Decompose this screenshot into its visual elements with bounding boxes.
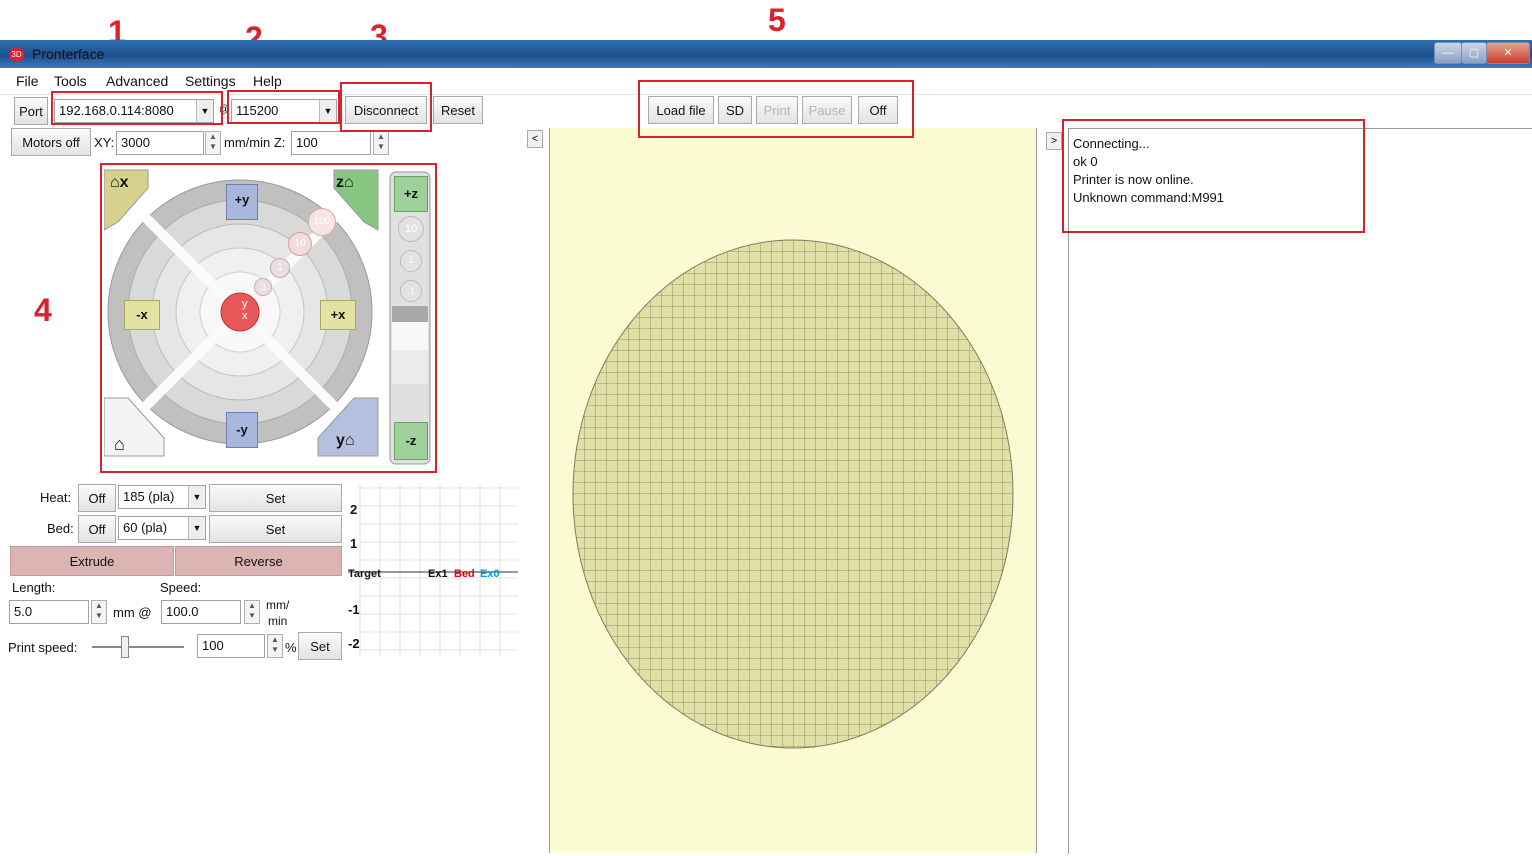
z-feedrate-input[interactable]: 100 (291, 131, 371, 155)
minimize-button[interactable]: — (1434, 42, 1462, 64)
speed-spinner[interactable]: ▲ ▼ (244, 600, 260, 624)
legend-ex1: Ex1 (428, 568, 448, 580)
length-input[interactable]: 5.0 (9, 600, 89, 624)
heat-label: Heat: (40, 490, 72, 505)
bed-label: Bed: (47, 521, 74, 536)
legend-ex0: Ex0 (480, 568, 500, 580)
mm-at-label: mm @ (113, 605, 152, 620)
annotation-box-port (51, 91, 223, 125)
bed-set-button[interactable]: Set (209, 515, 342, 543)
length-spinner[interactable]: ▲ ▼ (91, 600, 107, 624)
annotation-5: 5 (768, 2, 786, 38)
legend-bed: Bed (454, 568, 475, 580)
reverse-button[interactable]: Reverse (175, 546, 342, 576)
length-label: Length: (12, 580, 56, 595)
annotation-box-disconnect (340, 82, 432, 132)
print-speed-label: Print speed: (8, 640, 78, 655)
z-spinner[interactable]: ▲ ▼ (373, 131, 389, 155)
collapse-left-button[interactable]: < (527, 130, 543, 148)
app-icon: 3D (9, 47, 24, 62)
annotation-box-toolbar (638, 80, 914, 138)
console-log[interactable]: Connecting... ok 0 Printer is now online… (1068, 128, 1532, 854)
speed-input[interactable]: 100.0 (161, 600, 241, 624)
print-speed-input[interactable]: 100 (197, 634, 265, 658)
menu-settings[interactable]: Settings (185, 73, 236, 89)
speed-unit-label-2: min (268, 614, 288, 628)
collapse-right-button[interactable]: > (1046, 132, 1062, 150)
chevron-down-icon[interactable]: ▼ (188, 486, 205, 508)
xy-spinner[interactable]: ▲ ▼ (205, 131, 221, 155)
print-speed-set-button[interactable]: Set (298, 632, 342, 660)
xy-label: XY: (94, 135, 115, 150)
percent-label: % (285, 640, 297, 655)
graph-tick-minus-2: -2 (348, 636, 360, 651)
print-bed-view (572, 239, 1014, 749)
build-plate-panel[interactable] (549, 128, 1037, 853)
menu-advanced[interactable]: Advanced (106, 73, 168, 89)
window-title: Pronterface (32, 46, 105, 62)
port-button[interactable]: Port (14, 97, 48, 125)
reset-button[interactable]: Reset (433, 96, 483, 124)
motors-off-button[interactable]: Motors off (11, 128, 91, 156)
graph-tick-1: 1 (350, 536, 358, 551)
title-bar: 3D Pronterface — ▢ ✕ (0, 40, 1532, 68)
maximize-button[interactable]: ▢ (1461, 42, 1487, 64)
annotation-box-console (1062, 119, 1365, 233)
chevron-down-icon[interactable]: ▼ (188, 517, 205, 539)
menu-help[interactable]: Help (253, 73, 282, 89)
slider-thumb[interactable] (121, 636, 130, 658)
graph-tick-minus-1: -1 (348, 602, 360, 617)
annotation-box-jog (100, 163, 437, 473)
extrude-button[interactable]: Extrude (10, 546, 174, 576)
speed-label: Speed: (160, 580, 202, 595)
bed-off-button[interactable]: Off (78, 515, 116, 543)
heat-value: 185 (pla) (123, 489, 175, 504)
graph-tick-2: 2 (350, 502, 358, 517)
speed-unit-label: mm/ (266, 598, 290, 612)
print-speed-slider[interactable] (92, 636, 184, 658)
xy-unit-label: mm/min Z: (224, 135, 286, 150)
annotation-box-baud (227, 90, 340, 124)
heat-off-button[interactable]: Off (78, 484, 116, 512)
bed-select[interactable]: 60 (pla) ▼ (118, 516, 206, 540)
close-button[interactable]: ✕ (1486, 42, 1530, 64)
xy-feedrate-input[interactable]: 3000 (116, 131, 204, 155)
heat-set-button[interactable]: Set (209, 484, 342, 512)
annotation-4: 4 (34, 292, 52, 328)
legend-target: Target (348, 568, 381, 580)
menu-tools[interactable]: Tools (54, 73, 87, 89)
heat-select[interactable]: 185 (pla) ▼ (118, 485, 206, 509)
menu-file[interactable]: File (16, 73, 39, 89)
temperature-graph: 2 1 -1 -2 Target Ex1 Bed Ex0 (344, 484, 518, 656)
bed-value: 60 (pla) (123, 520, 168, 535)
print-speed-spinner[interactable]: ▲ ▼ (267, 634, 283, 658)
